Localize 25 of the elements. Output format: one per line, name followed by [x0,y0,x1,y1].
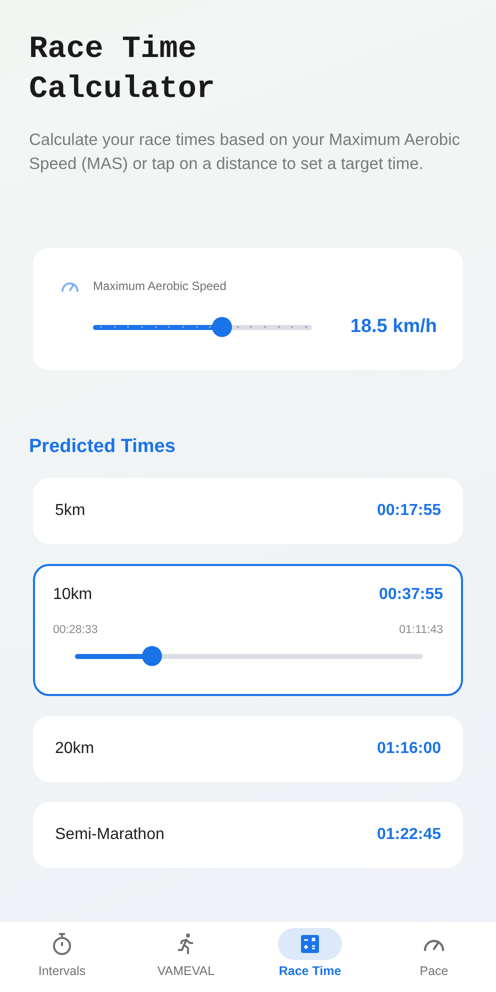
distance-label: 20km [55,740,94,758]
race-time: 00:37:55 [378,586,443,604]
race-time: 01:22:45 [376,826,441,844]
calculator-icon [298,932,322,956]
speed-label: Maximum Aerobic Speed [93,279,226,293]
nav-tab[interactable]: VAMEVAL [131,928,241,990]
race-time: 01:16:00 [376,740,441,758]
page-description: Calculate your race times based on your Maximum Aerobic Speed (MAS) or tap on a distance to set a target time. [29,130,462,175]
nav-tab[interactable]: Race Time [255,928,365,990]
stopwatch-icon [50,932,74,956]
section-title: Predicted Times [29,436,176,458]
race-card[interactable]: Semi-Marathon 01:22:45 [33,802,463,868]
nav-tab[interactable]: Pace [379,928,489,990]
min-time: 00:28:33 [53,624,98,636]
race-card[interactable]: 5km 00:17:55 [33,478,463,544]
distance-label: 5km [55,502,86,520]
race-card[interactable]: 10km 00:37:55 00:28:33 01:11:43 [33,564,463,696]
max-time: 01:11:43 [399,624,443,636]
nav-tab[interactable]: Intervals [7,928,117,990]
race-time: 00:17:55 [376,502,441,520]
distance-label: 10km [53,586,92,604]
distance-label: Semi-Marathon [55,826,164,844]
speed-value: 18.5 km/h [350,316,437,338]
race-card[interactable]: 20km 01:16:00 [33,716,463,782]
page-title: Race Time Calculator [29,31,216,109]
